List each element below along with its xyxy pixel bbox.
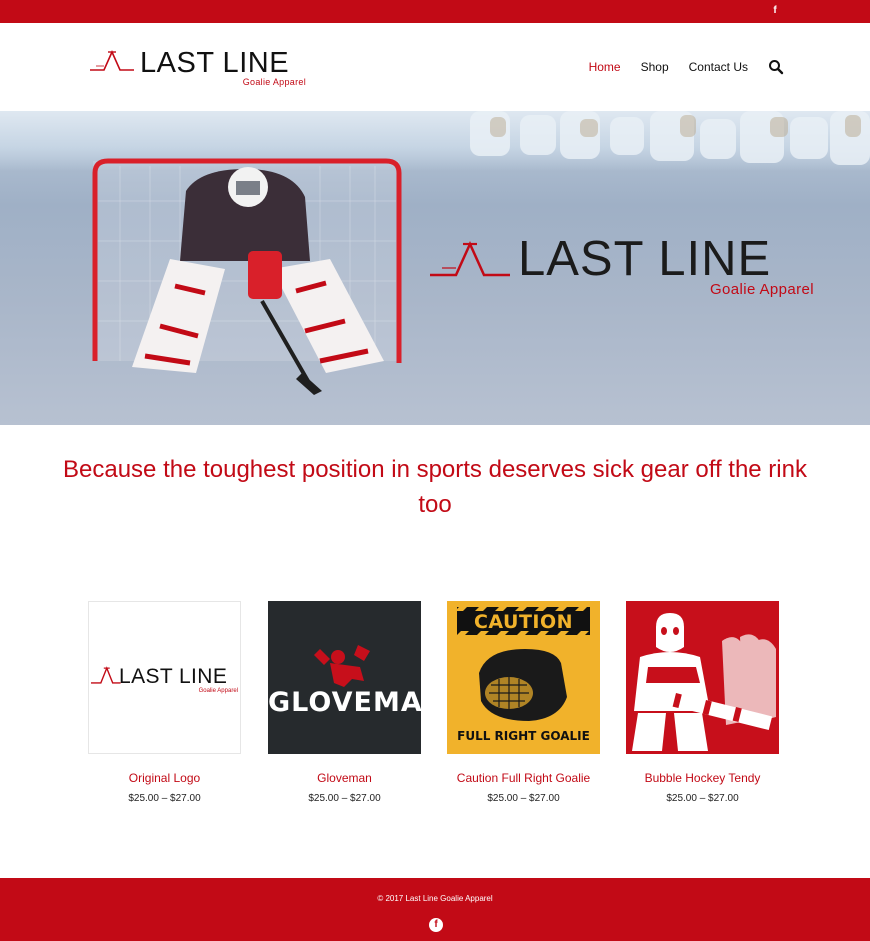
product-thumbnail-caution: CAUTION bbox=[473, 611, 574, 633]
product-price: $25.00 – $27.00 bbox=[666, 793, 739, 804]
product-price: $25.00 – $27.00 bbox=[128, 793, 201, 804]
top-bar: f bbox=[0, 0, 870, 23]
copyright-text: © 2017 Last Line Goalie Apparel bbox=[377, 894, 493, 903]
logo-tagline: Goalie Apparel bbox=[242, 77, 306, 87]
hero-banner: LAST LINE Goalie Apparel bbox=[0, 111, 870, 425]
goalie-silhouette-icon bbox=[314, 645, 370, 687]
nav-shop[interactable]: Shop bbox=[641, 60, 669, 74]
product-card[interactable]: CAUTION FULL RIGHT GOALIE Caution Full R… bbox=[447, 601, 600, 804]
facebook-icon[interactable]: f bbox=[768, 4, 782, 18]
product-title[interactable]: Bubble Hockey Tendy bbox=[626, 771, 779, 785]
bubble-hockey-goalie-icon bbox=[632, 613, 776, 751]
logo-mark-icon bbox=[430, 240, 510, 277]
facebook-icon[interactable]: f bbox=[429, 918, 443, 932]
product-thumbnail[interactable] bbox=[626, 601, 779, 754]
product-price: $25.00 – $27.00 bbox=[487, 793, 560, 804]
product-thumbnail[interactable]: GLOVEMAN bbox=[268, 601, 421, 754]
product-title[interactable]: Gloveman bbox=[268, 771, 421, 785]
site-footer: © 2017 Last Line Goalie Apparel f bbox=[0, 878, 870, 941]
site-header: LAST LINE Goalie Apparel Home Shop Conta… bbox=[0, 23, 870, 111]
product-title[interactable]: Original Logo bbox=[88, 771, 241, 785]
search-icon[interactable] bbox=[768, 59, 784, 75]
hero-logo-tagline: Goalie Apparel bbox=[709, 281, 814, 298]
tagline-heading: Because the toughest position in sports … bbox=[63, 456, 807, 518]
product-title[interactable]: Caution Full Right Goalie bbox=[447, 771, 600, 785]
product-card[interactable]: LAST LINE Goalie Apparel Original Logo $… bbox=[88, 601, 241, 804]
logo-mark-icon bbox=[90, 50, 134, 71]
product-grid: LAST LINE Goalie Apparel Original Logo $… bbox=[88, 601, 783, 811]
hero-logo-wordmark: LAST LINE bbox=[518, 232, 772, 286]
site-logo[interactable]: LAST LINE Goalie Apparel bbox=[90, 47, 310, 87]
product-thumbnail[interactable]: CAUTION FULL RIGHT GOALIE bbox=[447, 601, 600, 754]
product-thumbnail-sub: Goalie Apparel bbox=[198, 688, 238, 694]
product-thumbnail-wordmark: LAST LINE bbox=[119, 665, 228, 688]
product-card[interactable]: GLOVEMAN Gloveman $25.00 – $27.00 bbox=[268, 601, 421, 804]
product-thumbnail-wordmark: GLOVEMAN bbox=[268, 687, 421, 718]
product-thumbnail-caption: FULL RIGHT GOALIE bbox=[457, 729, 590, 743]
logo-wordmark: LAST LINE bbox=[140, 47, 290, 79]
product-price: $25.00 – $27.00 bbox=[308, 793, 381, 804]
main-nav: Home Shop Contact Us bbox=[589, 59, 784, 75]
product-card[interactable]: Bubble Hockey Tendy $25.00 – $27.00 bbox=[626, 601, 779, 804]
product-thumbnail[interactable]: LAST LINE Goalie Apparel bbox=[88, 601, 241, 754]
nav-contact-us[interactable]: Contact Us bbox=[689, 60, 748, 74]
hero-logo: LAST LINE Goalie Apparel bbox=[430, 231, 820, 311]
nav-home[interactable]: Home bbox=[589, 60, 621, 74]
